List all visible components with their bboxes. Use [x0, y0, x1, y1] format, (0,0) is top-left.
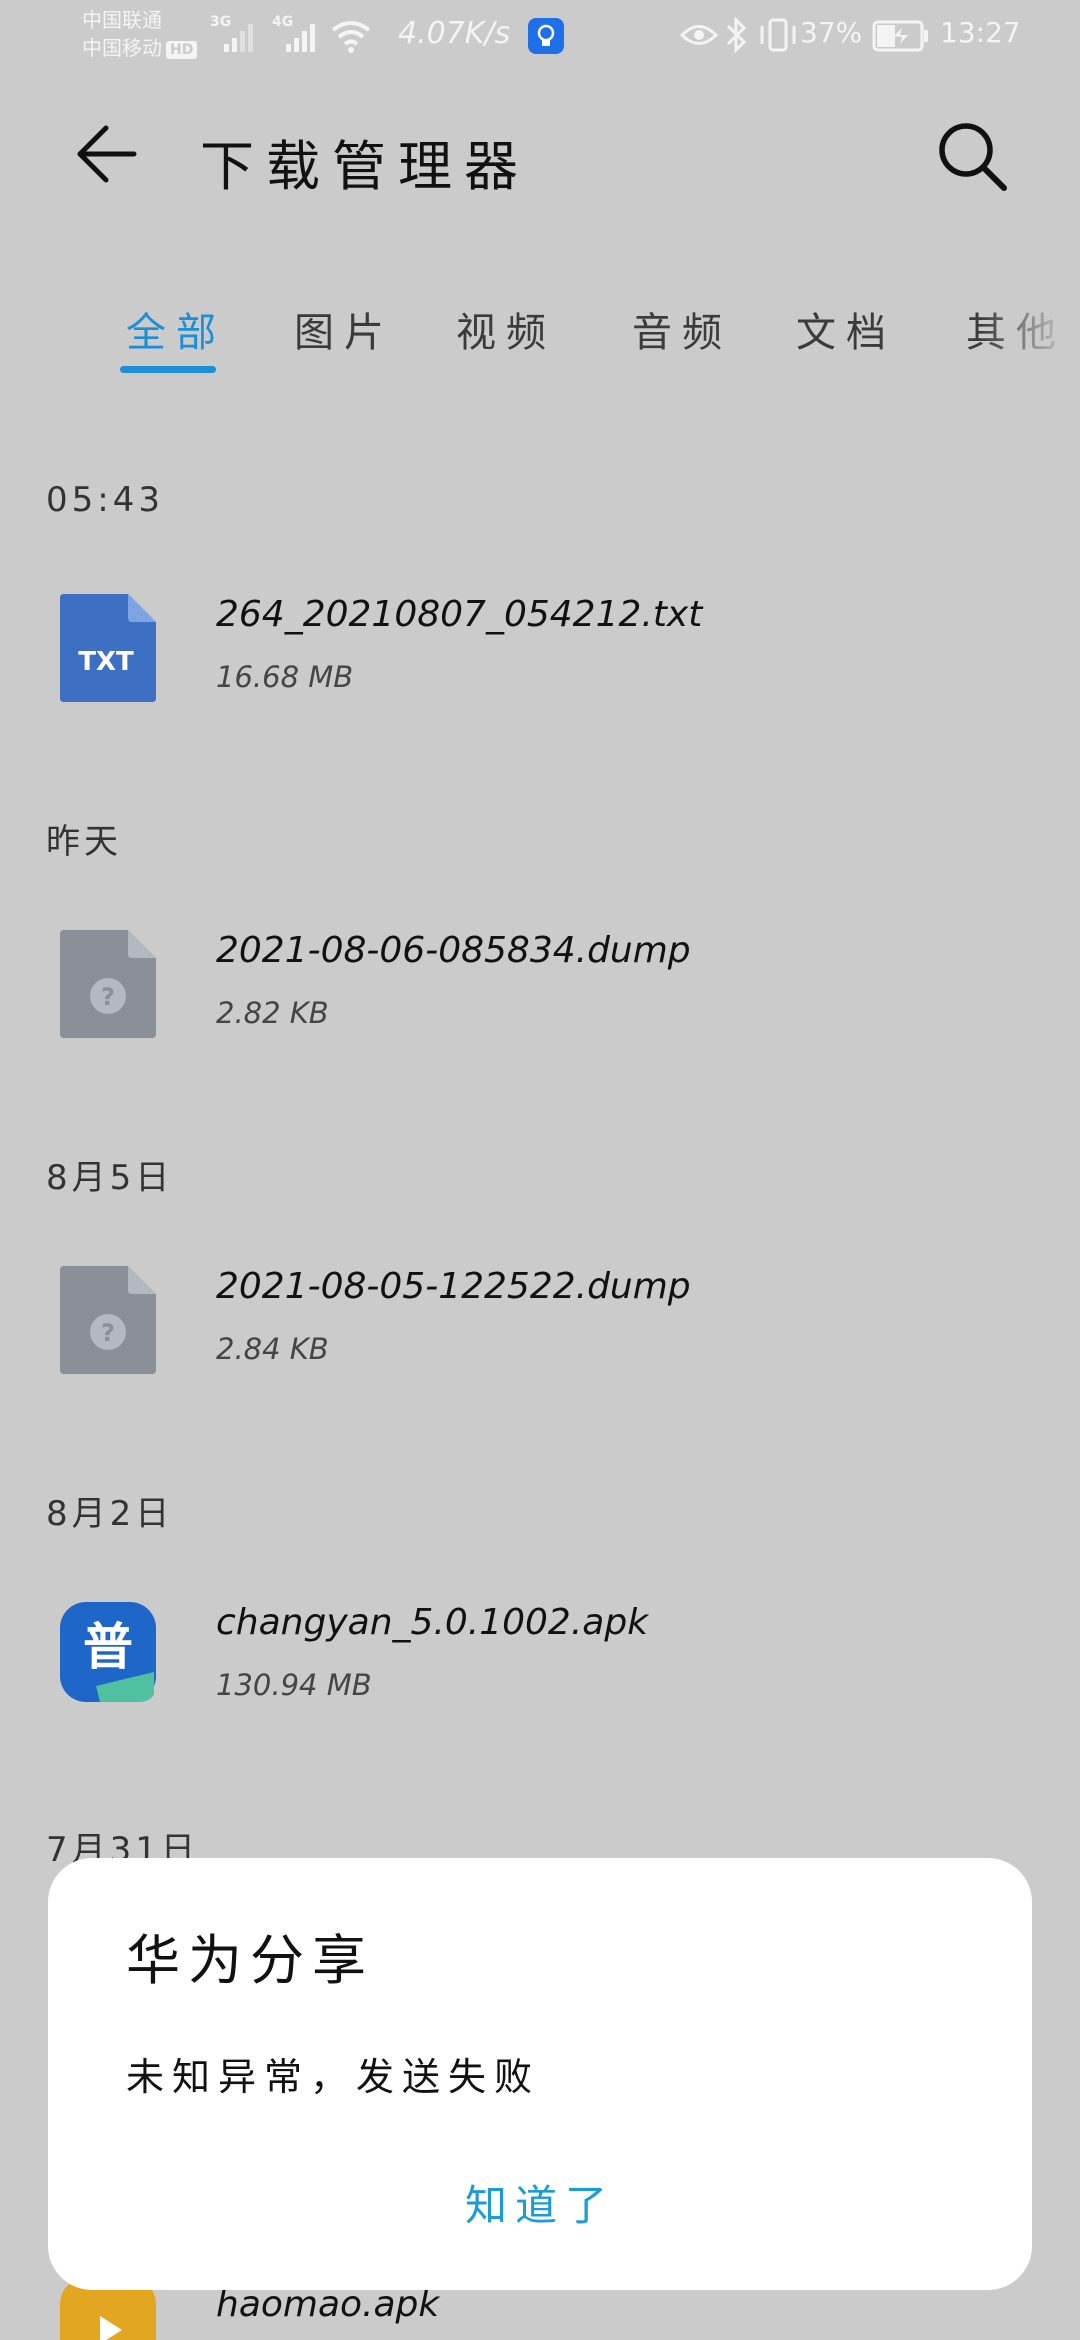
carrier-info: 中国联通 中国移动 HD: [82, 6, 198, 62]
back-arrow-icon[interactable]: [72, 118, 142, 188]
tab-images[interactable]: 图片: [294, 300, 394, 358]
file-name: 264_20210807_054212.txt: [216, 594, 703, 635]
tab-overflow-fade: [980, 290, 1080, 390]
file-name: haomao.apk: [216, 2284, 440, 2325]
file-size: 130.94 MB: [216, 1668, 372, 1702]
changyan-icon-glyph: 普: [83, 1618, 133, 1676]
share-error-dialog: 华为分享 未知异常，发送失败 知道了: [48, 1858, 1032, 2290]
file-name: 2021-08-05-122522.dump: [216, 1266, 691, 1307]
clock: 13:27: [940, 16, 1021, 49]
category-tabs: 全部 图片 视频 音频 文档 其他: [0, 290, 1080, 390]
wifi-icon: [331, 21, 371, 53]
svg-text:?: ?: [101, 983, 115, 1011]
tab-documents[interactable]: 文档: [796, 300, 896, 358]
txt-file-icon: TXT: [60, 594, 156, 702]
tab-audio[interactable]: 音频: [632, 300, 732, 358]
file-list-item[interactable]: ? 2021-08-06-085834.dump 2.82 KB: [0, 930, 1080, 1080]
file-name: 2021-08-06-085834.dump: [216, 930, 691, 971]
svg-text:?: ?: [101, 1319, 115, 1347]
file-size: 2.84 KB: [216, 1332, 329, 1366]
section-header-time: 05:43: [46, 480, 164, 520]
battery-charging-icon: [872, 20, 928, 52]
bluetooth-icon: [726, 16, 747, 54]
txt-icon-label: TXT: [78, 647, 134, 677]
hd-badge: HD: [166, 40, 198, 59]
tab-videos[interactable]: 视频: [456, 300, 556, 358]
file-list-item[interactable]: ? 2021-08-05-122522.dump 2.84 KB: [0, 1266, 1080, 1416]
unknown-file-icon: ?: [60, 1266, 156, 1374]
notification-bulb-icon: [528, 18, 564, 54]
file-name: changyan_5.0.1002.apk: [216, 1602, 649, 1643]
eye-icon: [680, 25, 718, 45]
carrier-top: 中国联通: [82, 8, 162, 32]
signal-1-icon: [224, 24, 253, 52]
dialog-title: 华为分享: [126, 1929, 374, 1992]
active-tab-indicator: [120, 366, 216, 373]
search-icon[interactable]: [934, 118, 1010, 194]
status-bar: 中国联通 中国移动 HD 3G 4G 4.07K/s 37% 13:27: [0, 0, 1080, 72]
changyan-app-icon: 普: [60, 1602, 156, 1702]
carrier-bottom: 中国移动: [82, 36, 162, 60]
section-header-yesterday: 昨天: [46, 822, 122, 862]
file-size: 2.82 KB: [216, 996, 329, 1030]
file-size: 16.68 MB: [216, 660, 354, 694]
dialog-ok-button[interactable]: 知道了: [48, 2172, 1032, 2233]
section-header-date: 8月5日: [46, 1158, 174, 1198]
section-header-date: 8月2日: [46, 1494, 174, 1534]
battery-percent: 37%: [800, 16, 863, 49]
signal-2-icon: [286, 24, 315, 52]
file-list-item[interactable]: TXT 264_20210807_054212.txt 16.68 MB: [0, 594, 1080, 744]
tab-all[interactable]: 全部: [126, 300, 226, 358]
unknown-file-icon: ?: [60, 930, 156, 1038]
dialog-message: 未知异常，发送失败: [126, 2055, 541, 2099]
vibrate-icon: [760, 18, 796, 52]
page-title: 下载管理器: [200, 135, 530, 198]
file-list-item[interactable]: 普 changyan_5.0.1002.apk 130.94 MB: [0, 1602, 1080, 1752]
network-speed: 4.07K/s: [398, 16, 511, 51]
